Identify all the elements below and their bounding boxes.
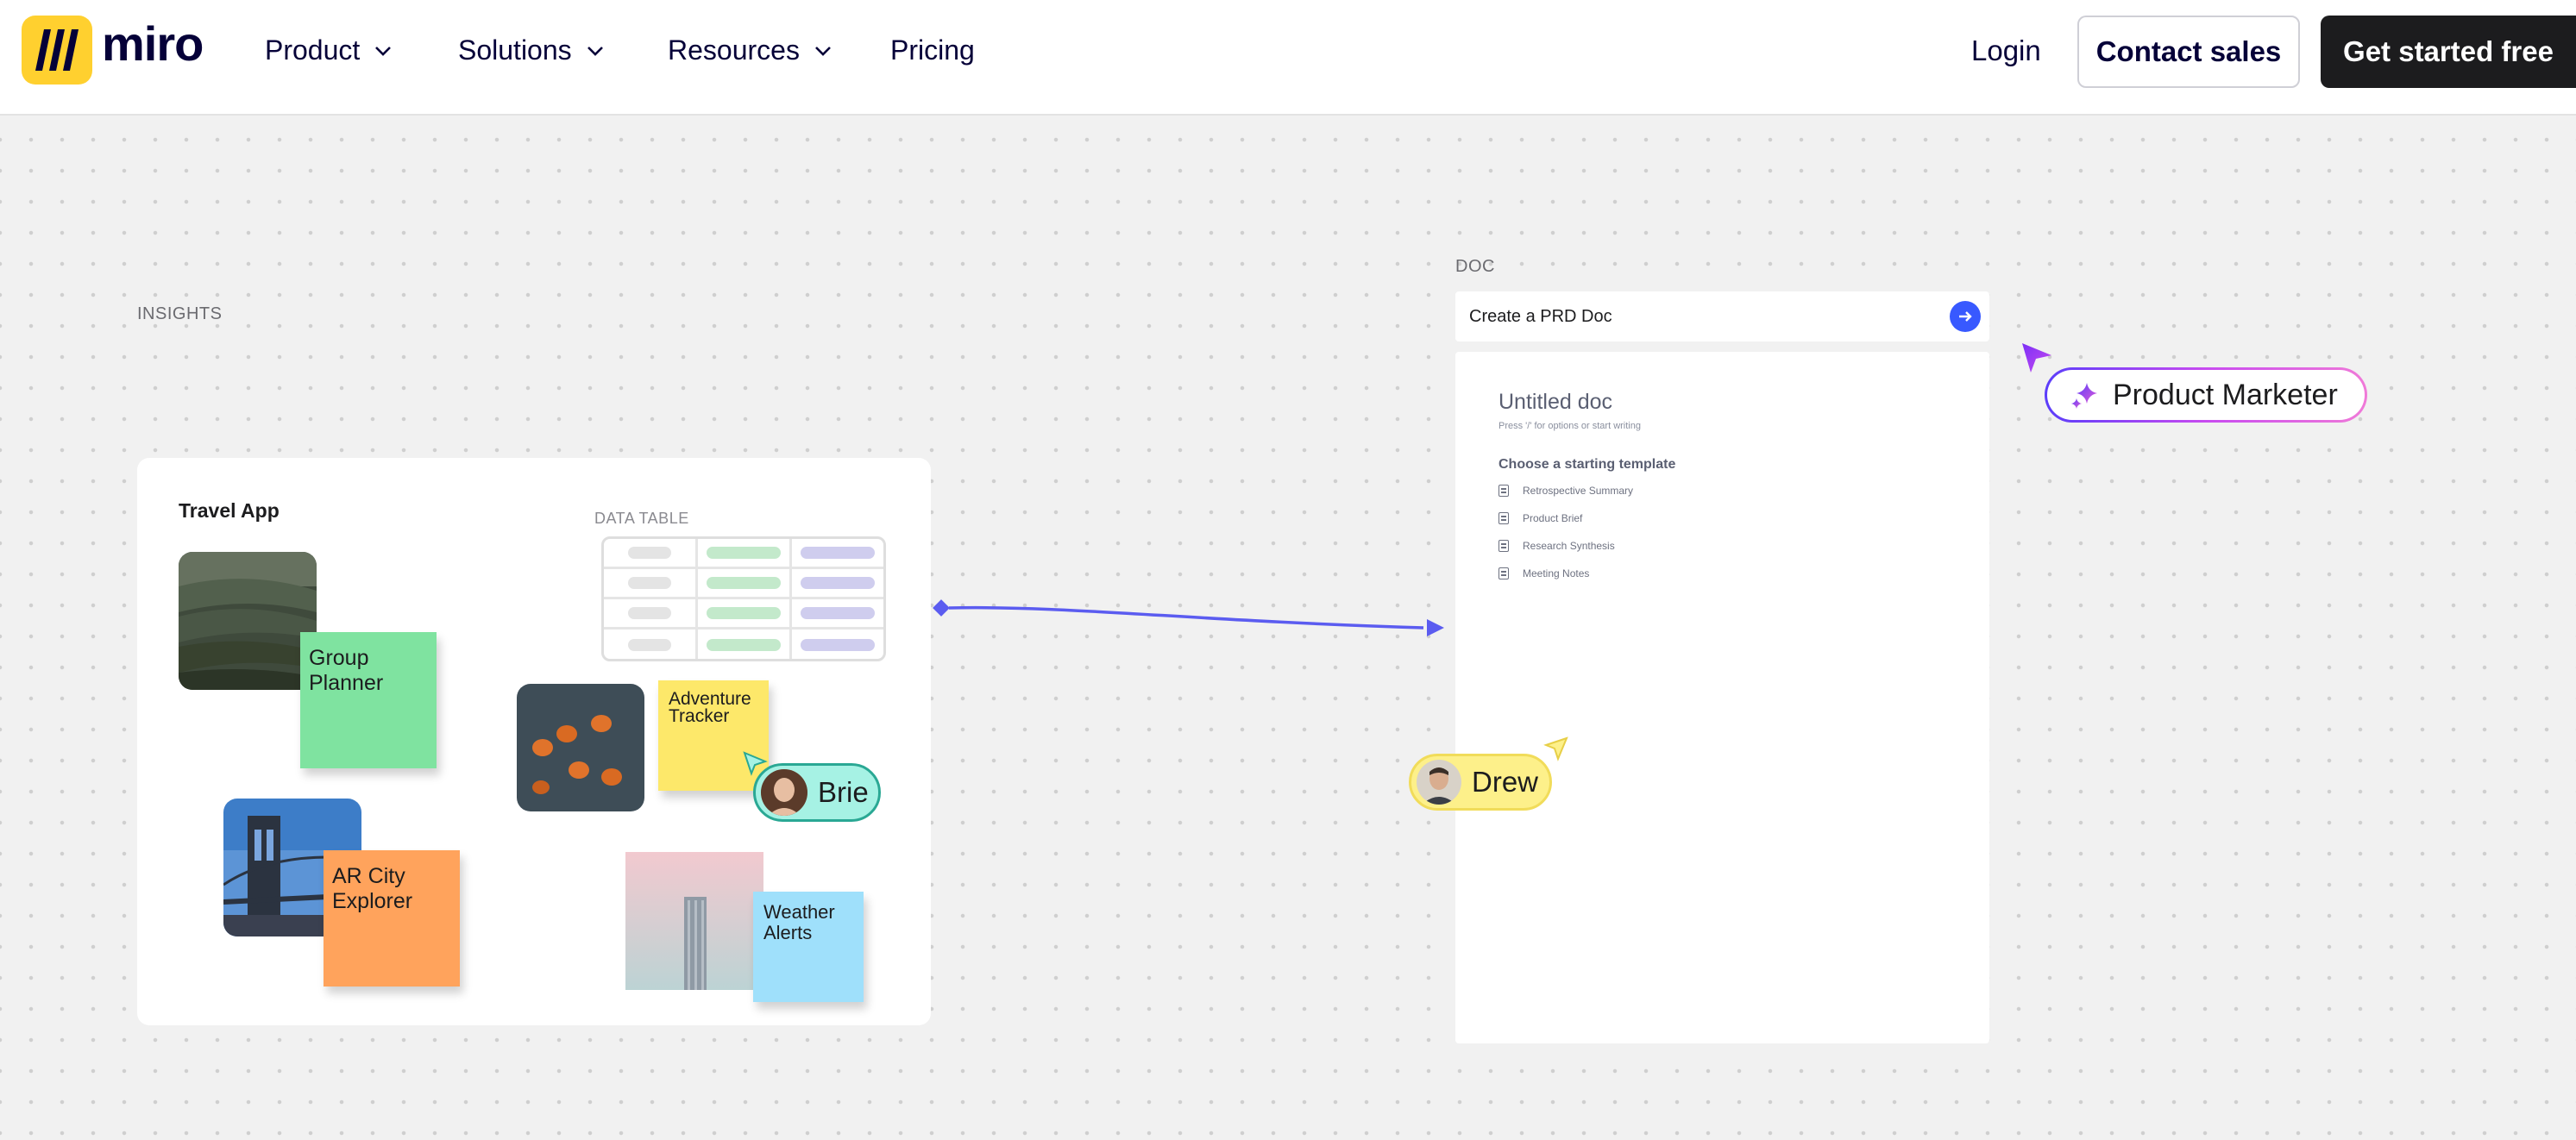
avatar <box>761 769 807 816</box>
insights-label: INSIGHTS <box>137 304 223 323</box>
get-started-button[interactable]: Get started free <box>2321 16 2576 88</box>
login-link[interactable]: Login <box>1971 34 2041 67</box>
sparkle-icon <box>2071 383 2097 409</box>
terrace-landscape-photo[interactable] <box>179 552 317 690</box>
lanterns-photo[interactable] <box>517 684 644 811</box>
table-row <box>604 569 883 599</box>
collaborator-name: Drew <box>1472 766 1539 798</box>
chevron-down-icon <box>375 46 392 56</box>
document-icon <box>1498 540 1509 552</box>
nav-product-label: Product <box>265 34 361 66</box>
nav-resources[interactable]: Resources <box>668 34 834 66</box>
sticky-text: Weather Alerts <box>763 901 835 943</box>
connector-start-handle <box>933 599 950 617</box>
arrow-right-icon <box>1959 311 1972 322</box>
doc-title[interactable]: Untitled doc <box>1498 390 1612 415</box>
doc-panel[interactable]: Untitled doc Press '/' for options or st… <box>1455 352 1989 1043</box>
cursor-pointer-icon <box>1543 736 1568 761</box>
sticky-note[interactable]: AR City Explorer <box>324 850 460 987</box>
template-label: Retrospective Summary <box>1523 485 1634 497</box>
table-row <box>604 599 883 630</box>
agent-label: Product Marketer <box>2113 378 2338 411</box>
connector-line[interactable] <box>932 595 1449 664</box>
template-item[interactable]: Product Brief <box>1498 512 1582 524</box>
template-item[interactable]: Research Synthesis <box>1498 540 1615 552</box>
nav-product[interactable]: Product <box>265 34 394 66</box>
avatar <box>1417 760 1461 805</box>
sticky-note[interactable]: Weather Alerts <box>753 892 864 1002</box>
template-item[interactable]: Meeting Notes <box>1498 567 1589 579</box>
nav-solutions-label: Solutions <box>458 34 572 66</box>
sticky-text: AR City Explorer <box>332 864 413 913</box>
ai-agent-tag: Product Marketer <box>2045 367 2367 423</box>
document-icon <box>1498 512 1509 524</box>
nav-pricing[interactable]: Pricing <box>890 34 975 66</box>
miro-logo-icon[interactable] <box>22 16 92 85</box>
nav-solutions[interactable]: Solutions <box>458 34 606 66</box>
template-label: Product Brief <box>1523 512 1583 524</box>
doc-hint: Press '/' for options or start writing <box>1498 421 1641 431</box>
data-table[interactable] <box>601 536 886 661</box>
template-label: Research Synthesis <box>1523 540 1615 552</box>
collaborator-name: Brie <box>818 776 869 808</box>
whiteboard-canvas[interactable]: INSIGHTS Travel App DATA TABLE Group Pla… <box>0 116 2576 1140</box>
sticky-note[interactable]: Group Planner <box>300 632 437 768</box>
submit-arrow-button[interactable] <box>1950 301 1981 332</box>
table-row <box>604 539 883 569</box>
cursor-pointer-icon <box>2022 343 2051 373</box>
top-navigation: miro Product Solutions Resources Pricing… <box>0 0 2576 116</box>
doc-label: DOC <box>1455 257 1495 276</box>
template-item[interactable]: Retrospective Summary <box>1498 485 1633 497</box>
nav-pricing-label: Pricing <box>890 34 975 66</box>
ai-prompt-bar[interactable]: Create a PRD Doc <box>1455 291 1989 341</box>
contact-sales-button[interactable]: Contact sales <box>2077 16 2300 88</box>
insights-frame[interactable]: Travel App DATA TABLE Group Planner AR C… <box>137 458 931 1025</box>
prompt-text: Create a PRD Doc <box>1469 306 1612 326</box>
connector-end-arrowhead <box>1427 619 1444 636</box>
nav-resources-label: Resources <box>668 34 800 66</box>
logo-wordmark[interactable]: miro <box>102 16 204 72</box>
data-table-label: DATA TABLE <box>594 510 689 527</box>
chevron-down-icon <box>587 46 603 56</box>
board-title: Travel App <box>179 499 280 522</box>
collaborator-cursor-brie: Brie <box>753 763 881 822</box>
sticky-text: Group Planner <box>309 646 384 695</box>
document-icon <box>1498 567 1509 579</box>
document-icon <box>1498 485 1509 497</box>
table-row <box>604 630 883 659</box>
template-heading: Choose a starting template <box>1498 457 1676 472</box>
template-label: Meeting Notes <box>1523 567 1590 579</box>
chevron-down-icon <box>815 46 831 56</box>
skyscraper-photo[interactable] <box>625 852 763 990</box>
sticky-text: Adventure Tracker <box>669 689 751 726</box>
collaborator-cursor-drew: Drew <box>1409 754 1552 811</box>
